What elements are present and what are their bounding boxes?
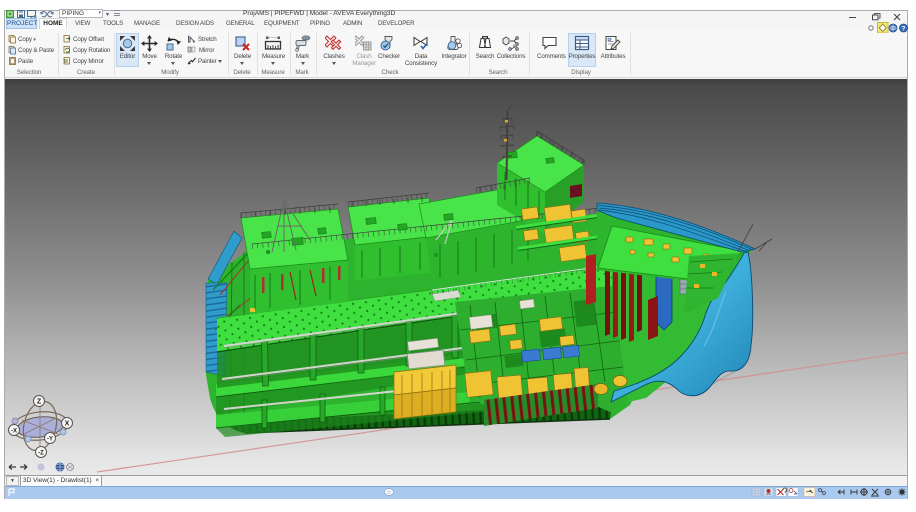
svg-text:?: ? — [902, 25, 906, 32]
